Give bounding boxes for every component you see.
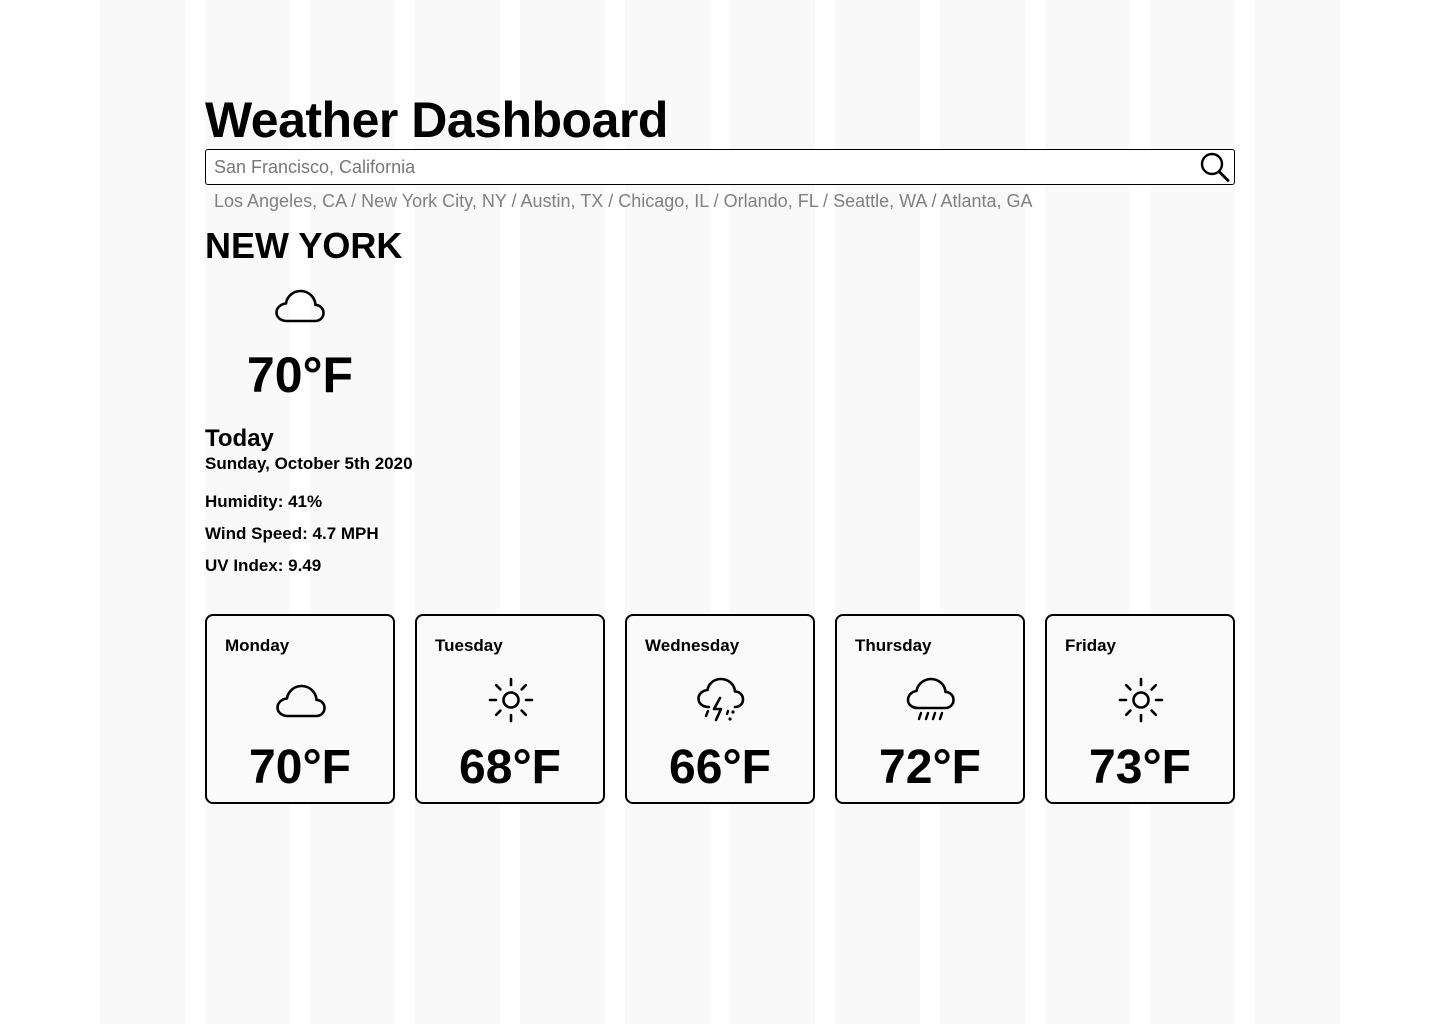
search-icon: [1200, 152, 1230, 182]
forecast-day: Thursday: [855, 636, 932, 655]
forecast-day: Monday: [225, 636, 290, 655]
forecast-day: Friday: [1065, 636, 1117, 655]
recent-city-link[interactable]: Los Angeles, CA: [214, 191, 346, 211]
forecast-temperature: 66°F: [669, 741, 771, 794]
forecast-icon-wrapper: [275, 676, 327, 724]
search-bar: [205, 149, 1235, 185]
forecast-temperature: 72°F: [879, 741, 981, 794]
recent-city-separator: /: [506, 191, 521, 211]
forecast-icon-wrapper: [1115, 676, 1167, 724]
rain-icon: [906, 677, 955, 721]
current-temperature: 70°F: [246, 347, 354, 403]
sun-icon: [1118, 677, 1164, 723]
recent-city-separator: /: [926, 191, 941, 211]
current-date: Sunday, October 5th 2020: [205, 454, 413, 473]
forecast-icon-wrapper: [485, 676, 537, 724]
forecast-temperature: 73°F: [1089, 741, 1191, 794]
uv-index-stat: UV Index: 9.49: [205, 556, 322, 575]
cloud-icon: [275, 289, 325, 323]
sun-icon: [488, 677, 534, 723]
search-button[interactable]: [1198, 151, 1232, 183]
wind-speed-stat: Wind Speed: 4.7 MPH: [205, 524, 379, 543]
recent-city-link[interactable]: Austin, TX: [521, 191, 604, 211]
five-day-forecast: Monday 70°F Tuesday 68°F Wednesday 66°F …: [205, 614, 1235, 804]
forecast-icon-wrapper: [695, 676, 747, 724]
forecast-card: Thursday 72°F: [835, 614, 1025, 804]
recent-city-separator: /: [708, 191, 724, 211]
recent-city-link[interactable]: Orlando, FL: [724, 191, 818, 211]
recent-city-separator: /: [346, 191, 362, 211]
recent-city-link[interactable]: New York City, NY: [361, 191, 506, 211]
humidity-stat: Humidity: 41%: [205, 492, 323, 511]
page-title: Weather Dashboard: [205, 92, 668, 148]
forecast-card: Monday 70°F: [205, 614, 395, 804]
forecast-card: Tuesday 68°F: [415, 614, 605, 804]
page: Weather Dashboard Los Angeles, CA / New …: [0, 0, 1440, 1024]
forecast-day: Wednesday: [645, 636, 740, 655]
forecast-temperature: 70°F: [249, 741, 351, 794]
recent-city-separator: /: [603, 191, 619, 211]
search-input[interactable]: [214, 150, 1194, 184]
forecast-card: Wednesday 66°F: [625, 614, 815, 804]
recent-city-separator: /: [818, 191, 834, 211]
recent-city-link[interactable]: Chicago, IL: [618, 191, 708, 211]
thunderstorm-icon: [697, 677, 745, 722]
current-city-name: NEW YORK: [205, 225, 403, 266]
current-weather-icon-wrapper: [274, 285, 326, 329]
recent-cities-list: Los Angeles, CA / New York City, NY / Au…: [214, 190, 1033, 212]
layout-grid-column: [100, 0, 185, 1024]
layout-grid-column: [1255, 0, 1340, 1024]
forecast-day: Tuesday: [435, 636, 503, 655]
forecast-temperature: 68°F: [459, 741, 561, 794]
forecast-card: Friday 73°F: [1045, 614, 1235, 804]
recent-city-link[interactable]: Seattle, WA: [833, 191, 926, 211]
forecast-icon-wrapper: [905, 676, 957, 724]
recent-city-link[interactable]: Atlanta, GA: [940, 191, 1032, 211]
cloud-icon: [276, 684, 326, 718]
today-label: Today: [205, 425, 274, 452]
